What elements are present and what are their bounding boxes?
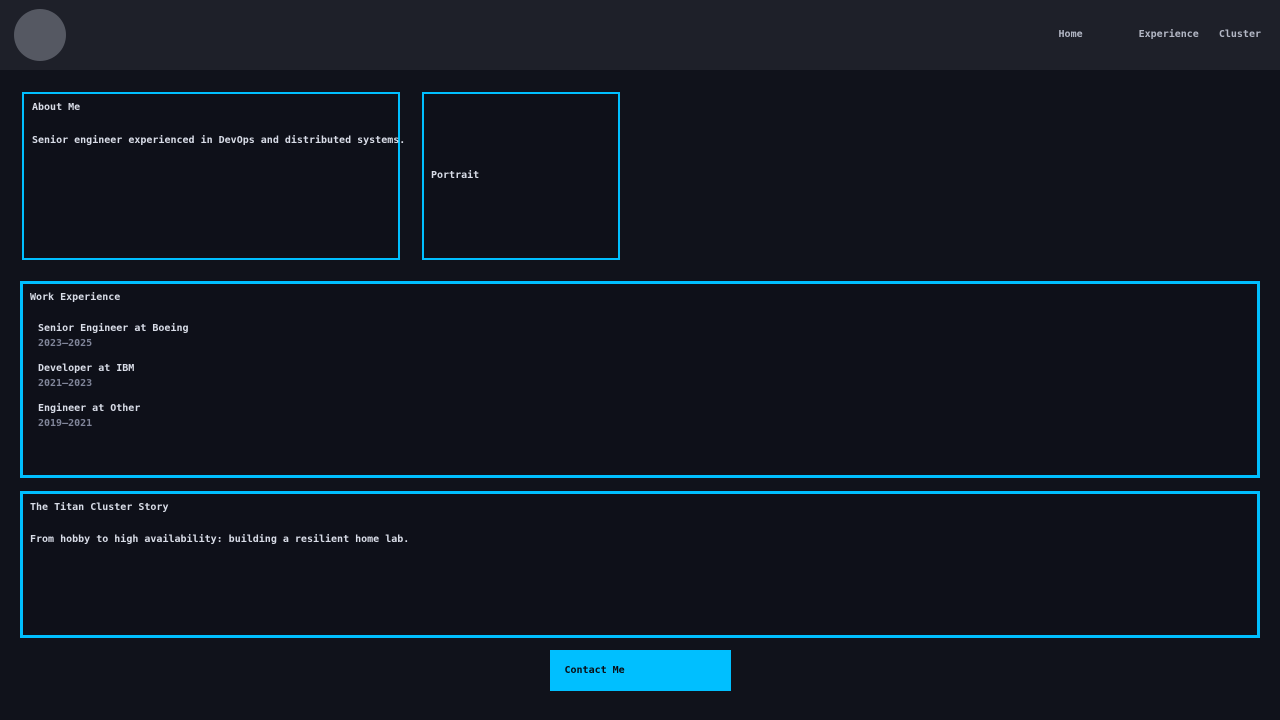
experience-role: Senior Engineer at Boeing: [38, 323, 1250, 335]
experience-entry: Senior Engineer at Boeing 2023–2025: [38, 323, 1250, 350]
cluster-story-section: The Titan Cluster Story From hobby to hi…: [20, 491, 1260, 638]
contact-button-row: Contact Me: [0, 650, 1280, 691]
main-content: About Me Senior engineer experienced in …: [0, 92, 1280, 691]
about-body: Senior engineer experienced in DevOps an…: [32, 135, 390, 147]
navbar: Home Experience Cluster: [0, 0, 1280, 70]
portrait-label: Portrait: [431, 170, 479, 182]
experience-entry: Developer at IBM 2021–2023: [38, 363, 1250, 390]
about-title: About Me: [32, 102, 390, 114]
cluster-story-title: The Titan Cluster Story: [30, 502, 1250, 514]
experience-years: 2023–2025: [38, 338, 1250, 350]
experience-years: 2021–2023: [38, 378, 1250, 390]
experience-entry: Engineer at Other 2019–2021: [38, 403, 1250, 430]
avatar[interactable]: [14, 9, 66, 61]
work-experience-section: Work Experience Senior Engineer at Boein…: [20, 281, 1260, 478]
cluster-story-body: From hobby to high availability: buildin…: [30, 534, 1250, 546]
contact-button[interactable]: Contact Me: [550, 650, 731, 691]
experience-role: Developer at IBM: [38, 363, 1250, 375]
nav-link-cluster[interactable]: Cluster: [1219, 29, 1261, 41]
work-experience-title: Work Experience: [30, 292, 1250, 304]
top-row: About Me Senior engineer experienced in …: [22, 92, 1258, 260]
nav-links: Home Experience Cluster: [1059, 29, 1261, 41]
portrait-placeholder: Portrait: [422, 92, 620, 260]
nav-link-experience[interactable]: Experience: [1139, 29, 1199, 41]
about-section: About Me Senior engineer experienced in …: [22, 92, 400, 260]
nav-link-home[interactable]: Home: [1059, 29, 1083, 41]
experience-years: 2019–2021: [38, 418, 1250, 430]
work-experience-list: Senior Engineer at Boeing 2023–2025 Deve…: [38, 323, 1250, 430]
experience-role: Engineer at Other: [38, 403, 1250, 415]
